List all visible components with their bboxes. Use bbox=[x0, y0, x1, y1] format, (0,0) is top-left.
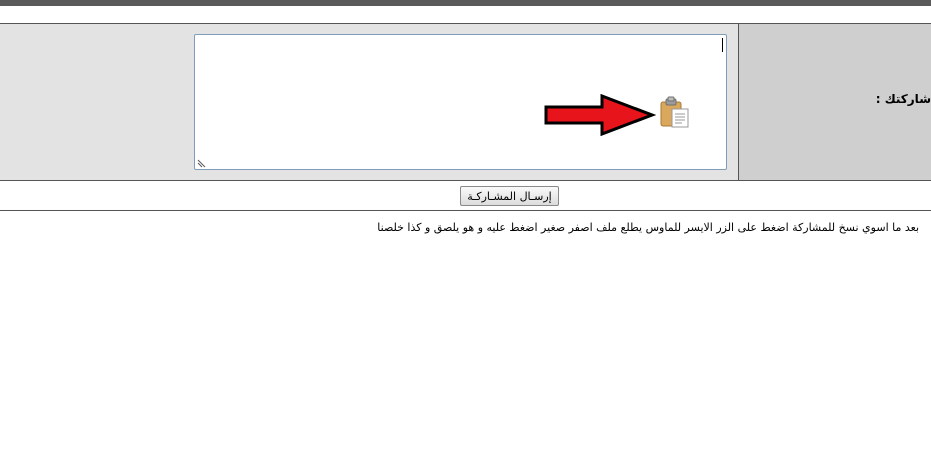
message-textarea[interactable] bbox=[194, 34, 727, 170]
red-arrow-icon bbox=[544, 94, 656, 136]
instruction-text: بعد ما اسوي نسخ للمشاركة اضغط على الزر ا… bbox=[377, 221, 919, 234]
message-label: شاركتك : bbox=[875, 92, 931, 106]
label-cell: شاركتك : bbox=[738, 24, 931, 180]
text-caret bbox=[722, 38, 723, 52]
resize-grip-icon[interactable] bbox=[197, 159, 206, 168]
top-bar bbox=[0, 0, 931, 6]
submit-post-button[interactable]: إرسـال المشـاركـة bbox=[460, 186, 559, 206]
clipboard-paste-icon[interactable] bbox=[659, 96, 691, 128]
reply-form: شاركتك : bbox=[0, 23, 931, 181]
submit-row: إرسـال المشـاركـة bbox=[0, 181, 931, 211]
